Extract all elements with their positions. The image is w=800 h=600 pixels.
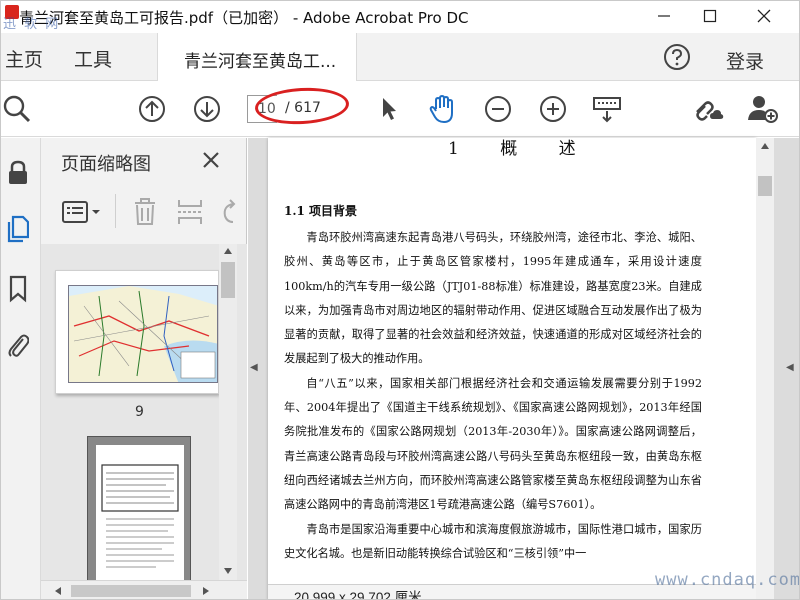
page-size-text: 20.999 x 29.702 厘米 <box>294 590 422 600</box>
panel-toolbar <box>41 190 247 234</box>
tab-home[interactable]: 主页 <box>5 45 43 72</box>
previous-page-button[interactable] <box>136 93 168 125</box>
plus-circle-icon <box>540 96 566 122</box>
body-text: 青岛环胶州湾高速东起青岛港八号码头，环绕胶州湾，途径市北、李沧、城阳、胶州、黄岛… <box>284 226 702 566</box>
document-view: ◀ 1 概 述 1.1 项目背景 青岛环胶州湾高速东起青岛港八号码头，环绕胶州湾… <box>248 138 799 600</box>
acrobat-window: 青兰河套至黄岛工可报告.pdf（已加密） - Adobe Acrobat Pro… <box>0 0 800 600</box>
hand-tool-button[interactable] <box>426 93 458 125</box>
panel-title: 页面缩略图 <box>61 154 151 175</box>
scroll-right-arrow-icon[interactable] <box>203 587 209 595</box>
minimize-button[interactable] <box>641 1 687 31</box>
arrow-up-circle-icon <box>139 96 165 122</box>
window-title: 青兰河套至黄岛工可报告.pdf（已加密） - Adobe Acrobat Pro… <box>19 9 469 27</box>
lock-icon <box>9 160 27 184</box>
paperclip-icon <box>8 334 29 357</box>
thumbnail-vertical-scrollbar[interactable] <box>219 244 237 580</box>
rotate-page-button[interactable] <box>219 198 239 230</box>
list-options-icon <box>62 201 100 223</box>
arrow-down-circle-icon <box>194 96 220 122</box>
document-vertical-scrollbar[interactable] <box>756 138 774 599</box>
chapter-title: 1 概 述 <box>448 139 594 159</box>
bookmark-icon <box>9 275 27 303</box>
scroll-up-arrow-icon[interactable] <box>761 143 769 149</box>
delete-page-button[interactable] <box>133 198 157 230</box>
scroll-thumb[interactable] <box>221 262 235 298</box>
extract-page-icon <box>178 200 202 224</box>
toolbar: 10 / 617 <box>1 81 799 137</box>
thumbnail-list: 9 <box>41 244 247 580</box>
add-user-icon <box>748 96 778 123</box>
scroll-left-arrow-icon[interactable] <box>55 587 61 595</box>
thumbnail-page-label: 9 <box>135 404 144 420</box>
nav-bar: 主页 工具 青兰河套至黄岛工... 登录 <box>1 33 799 81</box>
lock-panel-button[interactable] <box>3 158 33 188</box>
thumbnail-page-10-selected[interactable] <box>87 436 191 580</box>
page-thumbnails-panel-button[interactable] <box>3 214 33 244</box>
rotate-icon <box>223 199 236 223</box>
scroll-down-arrow-icon[interactable] <box>224 568 232 574</box>
thumbnails-panel: 页面缩略图 9 <box>41 138 247 599</box>
keyboard-button[interactable] <box>591 93 623 125</box>
login-button[interactable]: 登录 <box>726 47 764 74</box>
minimize-icon <box>658 15 670 17</box>
title-bar: 青兰河套至黄岛工可报告.pdf（已加密） - Adobe Acrobat Pro… <box>1 1 799 33</box>
share-link-button[interactable] <box>693 93 725 125</box>
pages-icon <box>7 215 29 243</box>
thumbnail-text-page <box>96 445 184 580</box>
link-cloud-icon <box>696 101 724 121</box>
keyboard-icon <box>593 97 621 123</box>
scroll-up-arrow-icon[interactable] <box>224 248 232 254</box>
add-user-button[interactable] <box>747 93 779 125</box>
attachments-panel-button[interactable] <box>3 330 33 360</box>
select-tool-button[interactable] <box>373 93 405 125</box>
magnifier-icon <box>3 95 31 123</box>
maximize-icon <box>703 9 717 23</box>
tab-document[interactable]: 青兰河套至黄岛工... <box>157 33 357 81</box>
maximize-button[interactable] <box>687 1 733 31</box>
cursor-arrow-icon <box>383 98 396 120</box>
bookmarks-panel-button[interactable] <box>3 274 33 304</box>
minus-circle-icon <box>485 96 511 122</box>
toolbar-divider <box>115 194 116 228</box>
text-lines-graphic <box>101 464 179 568</box>
close-window-button[interactable] <box>741 1 787 31</box>
trash-icon <box>135 198 155 225</box>
left-rail <box>1 138 41 599</box>
next-page-button[interactable] <box>191 93 223 125</box>
map-thumbnail-image <box>68 285 218 383</box>
collapse-left-panel-button[interactable]: ◀ <box>250 362 258 373</box>
thumbnail-page-9[interactable] <box>55 270 219 394</box>
zoom-out-button[interactable] <box>482 93 514 125</box>
hand-icon <box>429 94 453 124</box>
close-icon <box>203 152 219 168</box>
thumbnail-horizontal-scrollbar[interactable] <box>41 580 247 599</box>
options-menu-button[interactable] <box>61 200 107 228</box>
zoom-search-button[interactable] <box>1 93 33 125</box>
extract-page-button[interactable] <box>177 198 203 230</box>
watermark-text: 迅 软 网 <box>3 17 61 32</box>
tab-tools[interactable]: 工具 <box>74 45 112 72</box>
road-map-graphic <box>69 286 217 382</box>
paragraph: 自“八五”以来，国家相关部门根据经济社会和交通运输发展需要分别于1992年、20… <box>284 376 702 512</box>
document-scroll-thumb[interactable] <box>758 176 772 196</box>
help-button[interactable] <box>663 43 691 71</box>
paragraph: 青岛市是国家沿海重要中心城市和滨海度假旅游城市，国际性港口城市，国家历史文化名城… <box>284 522 702 560</box>
section-heading: 1.1 项目背景 <box>284 204 358 218</box>
horizontal-scroll-thumb[interactable] <box>71 585 191 597</box>
pdf-page: 1 概 述 1.1 项目背景 青岛环胶州湾高速东起青岛港八号码头，环绕胶州湾，途… <box>268 138 756 599</box>
close-icon <box>757 9 771 23</box>
help-icon <box>664 44 690 70</box>
paragraph: 青岛环胶州湾高速东起青岛港八号码头，环绕胶州湾，途径市北、李沧、城阳、胶州、黄岛… <box>284 231 702 366</box>
zoom-in-button[interactable] <box>537 93 569 125</box>
close-panel-button[interactable] <box>201 150 221 170</box>
collapse-right-panel-button[interactable]: ◀ <box>786 362 794 373</box>
tab-document-label: 青兰河套至黄岛工... <box>184 52 337 72</box>
site-watermark: www.cndaq.com <box>655 570 800 590</box>
